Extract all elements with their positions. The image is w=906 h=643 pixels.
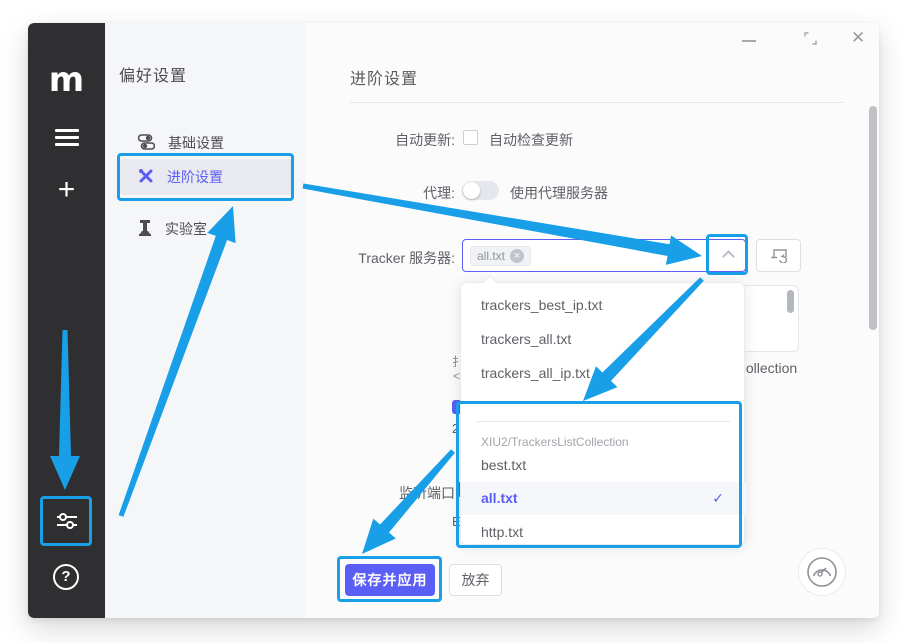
dropdown-item-label: all.txt (481, 490, 518, 506)
sidebar-item-advanced[interactable]: 进阶设置 (120, 159, 293, 195)
app-sidebar: m + ? (28, 23, 105, 618)
dropdown-item[interactable]: http.txt (461, 516, 746, 549)
dropdown-caret (483, 275, 497, 289)
sync-icon (770, 248, 788, 263)
help-icon[interactable]: ? (53, 564, 79, 590)
auto-update-checkbox-label: 自动检查更新 (489, 130, 573, 150)
tracker-tag: all.txt × (470, 246, 531, 266)
tracker-dropdown: trackers_best_ip.txt trackers_all.txt tr… (460, 282, 745, 545)
tools-icon (138, 168, 154, 187)
dropdown-divider (477, 421, 730, 422)
auto-update-label: 自动更新: (305, 130, 455, 150)
sync-trackers-button[interactable] (756, 239, 801, 272)
maximize-button[interactable] (804, 32, 817, 50)
tracker-select[interactable]: all.txt × (462, 239, 746, 272)
dropdown-group-label: XIU2/TrackersListCollection (481, 435, 629, 449)
auto-update-checkbox[interactable] (463, 130, 478, 145)
discard-button[interactable]: 放弃 (449, 564, 502, 596)
check-icon: ✓ (712, 482, 724, 515)
minimize-button[interactable] (742, 33, 756, 47)
tag-close-icon[interactable]: × (510, 249, 524, 263)
preferences-sidebar: 偏好设置 基础设置 (105, 23, 305, 618)
dropdown-item[interactable]: trackers_all.txt (461, 323, 746, 356)
proxy-label: 代理: (305, 183, 455, 203)
sidebar-item-basic[interactable]: 基础设置 (120, 125, 293, 161)
clipped-text: 2 (452, 421, 459, 436)
close-button[interactable]: ✕ (851, 29, 865, 46)
preferences-title: 偏好设置 (119, 62, 187, 86)
proxy-toggle-label: 使用代理服务器 (510, 183, 608, 203)
dropdown-item[interactable]: trackers_all_ip.txt (461, 357, 746, 390)
chevron-up-icon[interactable] (722, 250, 735, 263)
save-apply-button[interactable]: 保存并应用 (345, 564, 435, 596)
page-title: 进阶设置 (350, 65, 418, 89)
sidebar-item-label: 基础设置 (168, 133, 224, 153)
lab-icon (138, 220, 152, 239)
tracker-label: Tracker 服务器: (305, 248, 455, 268)
title-divider (350, 102, 844, 103)
maximize-icon (804, 32, 817, 45)
dropdown-item-selected[interactable]: all.txt ✓ (461, 482, 746, 515)
app-logo: m (28, 63, 105, 97)
add-task-icon[interactable]: + (28, 175, 105, 205)
clipped-text: < (453, 369, 460, 383)
sidebar-item-label: 进阶设置 (167, 167, 223, 187)
dropdown-item[interactable]: trackers_best_ip.txt (461, 289, 746, 322)
listen-port-label: 监听端口 (305, 483, 455, 503)
textarea-scrollbar[interactable] (787, 290, 794, 313)
proxy-toggle[interactable] (462, 181, 499, 200)
main-scrollbar[interactable] (869, 106, 877, 330)
sidebar-item-lab[interactable]: 实验室 (120, 211, 293, 247)
app-window: m + ? 偏好设置 (28, 23, 879, 618)
tracker-tag-label: all.txt (477, 249, 505, 263)
preferences-icon[interactable] (54, 509, 80, 538)
speedometer-icon (805, 555, 839, 589)
speed-limit-button[interactable] (798, 548, 846, 596)
task-list-icon[interactable] (55, 129, 79, 146)
dropdown-item[interactable]: best.txt (461, 449, 746, 482)
toggles-icon (138, 134, 155, 153)
screenshot-stage: m + ? 偏好设置 (0, 0, 906, 643)
main-panel: ✕ 进阶设置 自动更新: 自动检查更新 代理: 使用代理服务器 Tracker … (305, 23, 879, 618)
sidebar-item-label: 实验室 (165, 219, 207, 239)
